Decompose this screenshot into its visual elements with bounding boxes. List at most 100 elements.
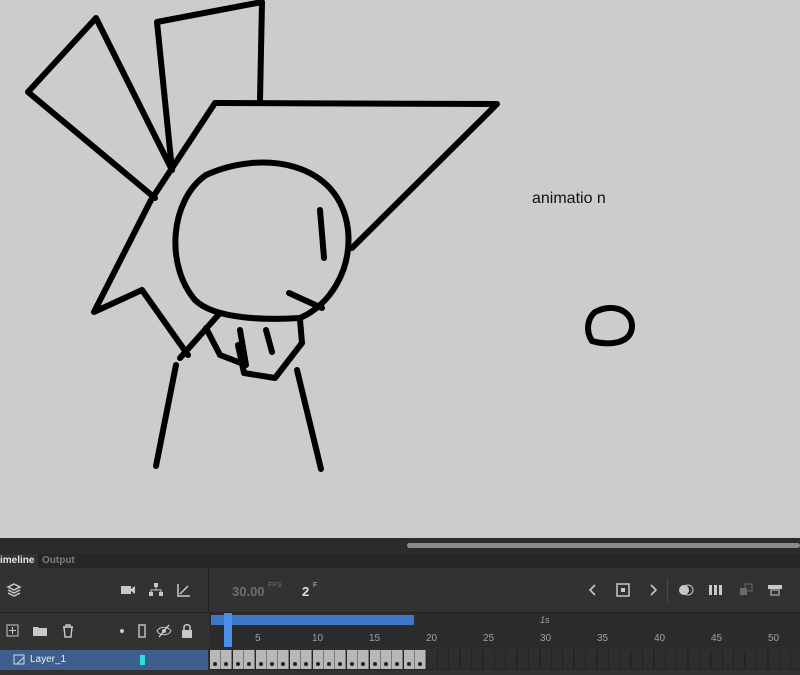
frame-range-bar[interactable]	[211, 615, 414, 625]
add-layer-icon[interactable]	[5, 623, 21, 639]
keyframe-cell[interactable]	[210, 650, 221, 669]
empty-frame-cell[interactable]	[609, 650, 620, 669]
empty-frame-cell[interactable]	[472, 650, 484, 669]
keyframe-cell[interactable]	[232, 650, 244, 669]
empty-frame-cell[interactable]	[426, 650, 438, 669]
frame-ruler[interactable]: 1s 5 10 15 20 25 30 35 40 45 50	[209, 613, 800, 649]
keyframe-cell[interactable]	[415, 650, 427, 669]
stroke-spike-left	[25, 15, 175, 201]
toolbar-separator	[667, 578, 668, 602]
keyframe-cell[interactable]	[403, 650, 415, 669]
keyframe-dot	[418, 662, 423, 666]
edit-multiple-frames-icon[interactable]	[708, 582, 724, 598]
keyframe-dot	[395, 662, 400, 666]
keyframe-cell[interactable]	[267, 650, 278, 669]
outline-icon[interactable]	[134, 623, 150, 639]
tab-output[interactable]: Output	[42, 554, 75, 568]
drawing	[25, 0, 635, 472]
keyframe-dot	[235, 662, 240, 666]
layer-name[interactable]: Layer_1	[30, 654, 66, 665]
graph-icon[interactable]	[176, 582, 192, 598]
empty-frame-cell[interactable]	[586, 650, 598, 669]
keyframe-cell[interactable]	[335, 650, 347, 669]
keyframe-cell[interactable]	[369, 650, 381, 669]
trash-icon[interactable]	[60, 623, 76, 639]
chevron-right-icon[interactable]	[645, 582, 661, 598]
current-frame[interactable]: 2	[302, 584, 309, 599]
empty-frame-cell[interactable]	[574, 650, 586, 669]
empty-frame-cell[interactable]	[495, 650, 506, 669]
keyframe-cell[interactable]	[312, 650, 324, 669]
empty-frame-cell[interactable]	[552, 650, 563, 669]
frame-cells[interactable]	[209, 650, 800, 670]
folder-icon[interactable]	[32, 623, 48, 639]
chevron-left-icon[interactable]	[585, 582, 601, 598]
empty-frame-cell[interactable]	[723, 650, 734, 669]
empty-frame-cell[interactable]	[438, 650, 449, 669]
empty-frame-cell[interactable]	[483, 650, 495, 669]
lock-icon[interactable]	[179, 623, 195, 639]
empty-frame-cell[interactable]	[700, 650, 712, 669]
keyframe-dot	[338, 662, 343, 666]
empty-frame-cell[interactable]	[517, 650, 529, 669]
keyframe-cell[interactable]	[255, 650, 267, 669]
stage-canvas[interactable]: animatio n	[0, 0, 800, 538]
onion-skin-icon[interactable]	[678, 582, 694, 598]
empty-frame-cell[interactable]	[688, 650, 700, 669]
empty-frame-cell[interactable]	[529, 650, 541, 669]
empty-frame-cell[interactable]	[540, 650, 552, 669]
empty-frame-cell[interactable]	[631, 650, 643, 669]
empty-frame-cell[interactable]	[597, 650, 609, 669]
sync-icon[interactable]	[738, 582, 754, 598]
empty-frame-cell[interactable]	[791, 650, 800, 669]
keyframe-cell[interactable]	[346, 650, 358, 669]
empty-frame-cell[interactable]	[460, 650, 472, 669]
empty-frame-cell[interactable]	[745, 650, 757, 669]
keyframe-cell[interactable]	[278, 650, 290, 669]
keyframe-cell[interactable]	[381, 650, 392, 669]
keyframe-cell[interactable]	[221, 650, 233, 669]
keyframe-dot	[384, 662, 388, 666]
empty-frame-cell[interactable]	[757, 650, 769, 669]
keyframe-dot	[270, 662, 274, 666]
keyframe-cell[interactable]	[244, 650, 256, 669]
fps-value[interactable]: 30.00	[232, 584, 265, 599]
empty-frame-cell[interactable]	[449, 650, 461, 669]
keyframe-dot	[372, 662, 377, 666]
keyframe-dot	[349, 662, 354, 666]
layer-parenting-icon[interactable]	[148, 582, 164, 598]
panel-tabs: imeline Output	[0, 554, 800, 568]
empty-frame-cell[interactable]	[563, 650, 575, 669]
layer-color-swatch[interactable]	[140, 655, 145, 665]
empty-frame-cell[interactable]	[780, 650, 791, 669]
keyframe-cell[interactable]	[392, 650, 404, 669]
eye-slash-icon[interactable]	[156, 623, 172, 639]
empty-frame-cell[interactable]	[768, 650, 780, 669]
dot-icon[interactable]	[114, 623, 130, 639]
keyframe-cell[interactable]	[358, 650, 370, 669]
keyframe-cell[interactable]	[324, 650, 335, 669]
empty-frame-cell[interactable]	[654, 650, 666, 669]
empty-frame-cell[interactable]	[643, 650, 655, 669]
keyframe-dot	[247, 662, 252, 666]
layer-controls	[0, 613, 208, 649]
tab-timeline[interactable]: imeline	[0, 554, 39, 568]
layers-icon[interactable]	[6, 582, 22, 598]
keyframe-cell[interactable]	[289, 650, 301, 669]
layer-row[interactable]: Layer_1	[0, 650, 208, 670]
keyframe-dot	[315, 662, 320, 666]
keyframe-dot	[292, 662, 297, 666]
empty-frame-cell[interactable]	[734, 650, 746, 669]
frame-view-icon[interactable]	[767, 582, 783, 598]
empty-frame-cell[interactable]	[620, 650, 632, 669]
keyframe-cell[interactable]	[301, 650, 313, 669]
empty-frame-cell[interactable]	[711, 650, 723, 669]
ruler-tick-label: 25	[483, 633, 495, 644]
stop-icon[interactable]	[615, 582, 631, 598]
stage-horizontal-scrollbar[interactable]	[407, 543, 800, 548]
empty-frame-cell[interactable]	[677, 650, 689, 669]
empty-frame-cell[interactable]	[506, 650, 518, 669]
playhead[interactable]	[224, 613, 232, 647]
camera-icon[interactable]	[120, 582, 136, 598]
empty-frame-cell[interactable]	[666, 650, 677, 669]
